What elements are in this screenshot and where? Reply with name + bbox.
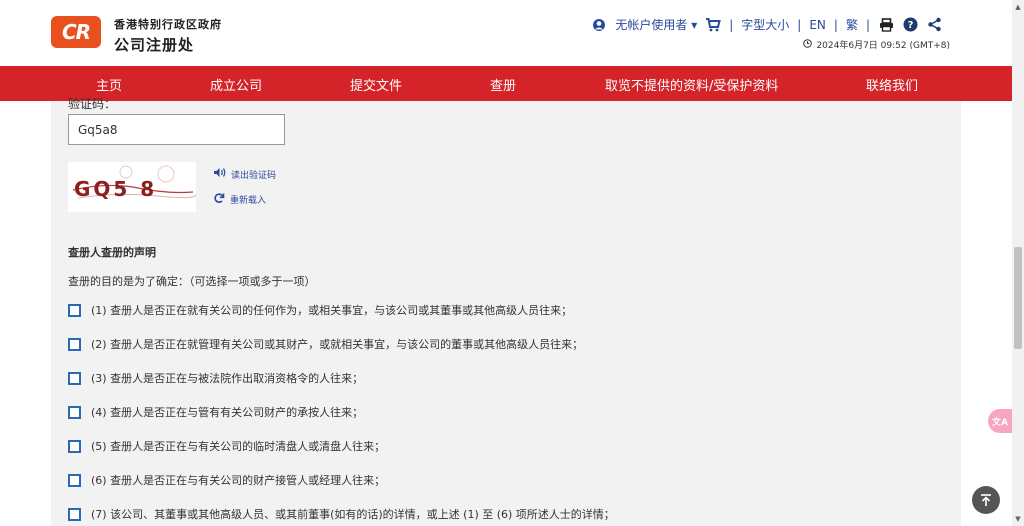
separator: | <box>797 17 802 32</box>
captcha-label: 验证码： <box>68 97 117 111</box>
arrow-up-icon <box>981 494 991 506</box>
purpose-option[interactable]: (2) 查册人是否正在就管理有关公司或其财产，或就相关事宜，与该公司的董事或其他… <box>68 336 583 352</box>
purpose-option[interactable]: (1) 查册人是否正在就有关公司的任何作为，或相关事宜，与该公司或其董事或其他高… <box>68 302 572 318</box>
page-scrollbar[interactable]: ▲ ▼ <box>1012 0 1024 526</box>
scroll-down-arrow[interactable]: ▼ <box>1012 512 1024 526</box>
purpose-option[interactable]: (3) 查册人是否正在与被法院作出取消资格令的人往来； <box>68 370 363 386</box>
header-tools: 无帐户使用者 ▾ | 字型大小 | EN | 繁 | ? <box>591 16 942 33</box>
purpose-label: (2) 查册人是否正在就管理有关公司或其财产，或就相关事宜，与该公司的董事或其他… <box>91 338 584 351</box>
refresh-icon <box>213 192 225 207</box>
read-captcha-label: 读出验证码 <box>231 170 277 181</box>
nav-withheld-info[interactable]: 取览不提供的资料/受保护资料 <box>605 75 778 94</box>
scroll-thumb[interactable] <box>1014 247 1022 349</box>
purpose-checkbox[interactable] <box>68 405 81 419</box>
user-icon[interactable] <box>591 17 607 33</box>
share-icon[interactable] <box>926 17 942 33</box>
logo-text: CR <box>61 20 91 44</box>
purpose-label: (7) 该公司、其董事或其他高级人员、或其前董事(如有的话)的详情，或上述 (1… <box>91 508 615 521</box>
lang-trad-button[interactable]: 繁 <box>846 16 858 33</box>
org-name-line1: 香港特别行政区政府 <box>114 18 222 31</box>
separator: | <box>729 17 734 32</box>
site-header: CR 香港特别行政区政府 公司注册处 无帐户使用者 ▾ | 字型大小 | EN … <box>0 0 1012 66</box>
speaker-icon <box>213 167 226 181</box>
purpose-label: (4) 查册人是否正在与管有有关公司财产的承按人往来； <box>91 406 364 419</box>
captcha-image: GQ5 8 <box>68 162 196 212</box>
search-form: 验证码： GQ5 8 读出验证码 重新载入 查册人查册的声明 查册的目的是为了确… <box>51 97 961 526</box>
user-menu-label: 无帐户使用者 <box>615 18 688 32</box>
nav-file-documents[interactable]: 提交文件 <box>350 75 402 94</box>
purpose-label: (1) 查册人是否正在就有关公司的任何作为，或相关事宜，与该公司或其董事或其他高… <box>91 304 573 317</box>
cr-logo[interactable]: CR <box>51 16 101 48</box>
nav-home[interactable]: 主页 <box>96 75 122 94</box>
reload-captcha-label: 重新载入 <box>230 196 267 206</box>
purpose-checkbox[interactable] <box>68 371 81 385</box>
purpose-checkbox[interactable] <box>68 473 81 487</box>
purpose-checkbox[interactable] <box>68 439 81 453</box>
datetime-text: 2024年6月7日 09:52 (GMT+8) <box>816 41 950 51</box>
help-icon[interactable]: ? <box>902 17 918 33</box>
purpose-label: (3) 查册人是否正在与被法院作出取消资格令的人往来； <box>91 372 364 385</box>
lang-en-button[interactable]: EN <box>809 18 826 32</box>
org-name-line2: 公司注册处 <box>114 36 195 54</box>
captcha-input[interactable] <box>68 114 285 145</box>
purpose-checkbox[interactable] <box>68 507 81 521</box>
purpose-label: (6) 查册人是否正在与有关公司的财产接管人或经理人往来； <box>91 474 386 487</box>
purpose-option[interactable]: (4) 查册人是否正在与管有有关公司财产的承按人往来； <box>68 404 363 420</box>
purpose-checkbox[interactable] <box>68 303 81 317</box>
print-icon[interactable] <box>878 17 894 33</box>
declaration-title: 查册人查册的声明 <box>68 246 156 259</box>
reload-captcha-button[interactable]: 重新载入 <box>213 192 266 207</box>
scroll-up-arrow[interactable]: ▲ <box>1012 0 1024 14</box>
datetime: 2024年6月7日 09:52 (GMT+8) <box>803 38 950 51</box>
user-menu[interactable]: 无帐户使用者 ▾ <box>615 16 697 33</box>
font-size-button[interactable]: 字型大小 <box>741 16 789 33</box>
nav-contact-us[interactable]: 联络我们 <box>866 75 918 94</box>
separator: | <box>865 17 870 32</box>
cart-icon[interactable] <box>705 17 721 33</box>
purpose-label: (5) 查册人是否正在与有关公司的临时清盘人或清盘人往来； <box>91 440 386 453</box>
translate-button[interactable]: 文A <box>988 409 1012 433</box>
org-name: 香港特别行政区政府 公司注册处 <box>114 16 222 55</box>
purpose-checkbox[interactable] <box>68 337 81 351</box>
read-captcha-button[interactable]: 读出验证码 <box>213 167 276 181</box>
translate-icon: 文A <box>992 417 1008 428</box>
purpose-option[interactable]: (5) 查册人是否正在与有关公司的临时清盘人或清盘人往来； <box>68 438 385 454</box>
purpose-option[interactable]: (7) 该公司、其董事或其他高级人员、或其前董事(如有的话)的详情，或上述 (1… <box>68 506 615 522</box>
main-nav: 主页 成立公司 提交文件 查册 取览不提供的资料/受保护资料 联络我们 <box>0 66 1012 101</box>
declaration-intro: 查册的目的是为了确定：（可选择一项或多于一项） <box>68 275 316 288</box>
nav-search[interactable]: 查册 <box>490 75 516 94</box>
clock-icon <box>803 38 813 51</box>
separator: | <box>833 17 838 32</box>
purpose-option[interactable]: (6) 查册人是否正在与有关公司的财产接管人或经理人往来； <box>68 472 385 488</box>
nav-incorporate[interactable]: 成立公司 <box>210 75 262 94</box>
back-to-top-button[interactable] <box>972 486 1000 514</box>
captcha-image-text: GQ5 8 <box>74 177 157 201</box>
svg-text:?: ? <box>907 20 913 31</box>
